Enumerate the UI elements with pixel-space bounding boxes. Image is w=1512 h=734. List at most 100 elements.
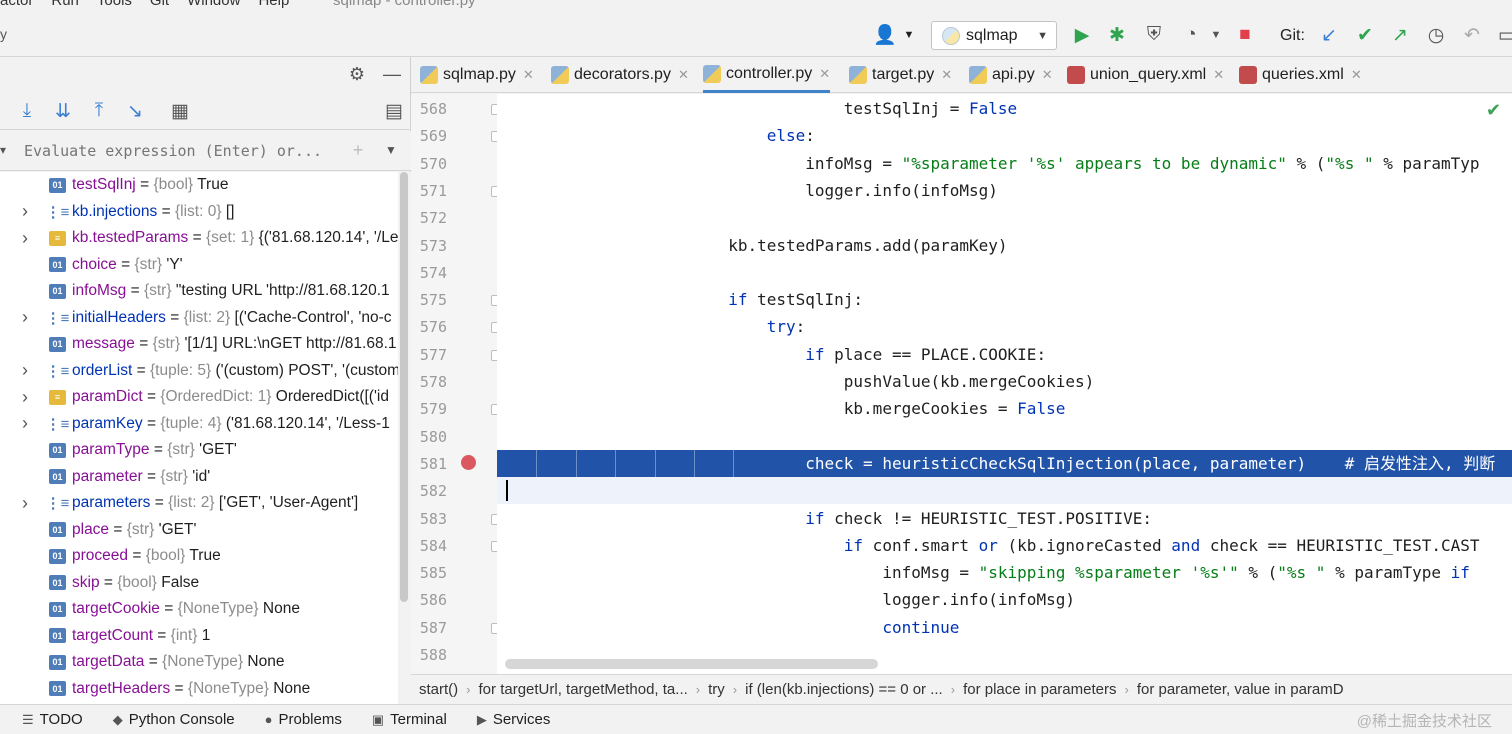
- variables-scrollbar[interactable]: [398, 172, 411, 704]
- profile-icon[interactable]: ◔: [1178, 22, 1204, 48]
- user-icon[interactable]: 👤: [872, 22, 898, 48]
- variable-row[interactable]: 01 choice = {str} 'Y': [0, 252, 398, 279]
- history-icon[interactable]: ◷: [1423, 22, 1449, 48]
- variable-value: {('81.68.120.14', '/Le: [258, 229, 398, 247]
- coverage-icon[interactable]: ⛨: [1141, 22, 1167, 48]
- chevron-right-icon[interactable]: ›: [22, 360, 34, 381]
- toolwindow-python-console[interactable]: ◆ Python Console: [113, 711, 235, 728]
- tab-target-py[interactable]: target.py ✕: [849, 57, 952, 93]
- debug-icon[interactable]: ✱: [1104, 22, 1130, 48]
- tab-api-py[interactable]: api.py ✕: [969, 57, 1053, 93]
- gear-icon[interactable]: ⚙: [344, 61, 370, 87]
- breadcrumb-item[interactable]: try: [700, 681, 733, 698]
- close-icon[interactable]: ✕: [1042, 67, 1053, 83]
- chevron-right-icon[interactable]: ›: [22, 307, 34, 328]
- close-icon[interactable]: ✕: [1213, 67, 1224, 83]
- breadcrumb-item[interactable]: for targetUrl, targetMethod, ta...: [471, 681, 696, 698]
- line-number: 577: [419, 345, 447, 364]
- variable-row[interactable]: 01 message = {str} '[1/1] URL:\nGET http:…: [0, 331, 398, 358]
- toolwindow-terminal[interactable]: ▣ Terminal: [372, 711, 447, 728]
- variable-row[interactable]: › ⋮≡ orderList = {tuple: 5} ('(custom) POS…: [0, 358, 398, 385]
- editor-gutter[interactable]: 568 569 570 571 572 573 574 575 576 577 578 579 580 5…: [411, 94, 502, 674]
- toolwindow-services[interactable]: ▶ Services: [477, 711, 551, 728]
- chevron-down-icon[interactable]: ▼: [896, 22, 922, 48]
- toolwindow-todo[interactable]: ☰ TODO: [22, 711, 83, 728]
- variable-row[interactable]: 01 targetData = {NoneType} None: [0, 649, 398, 676]
- search-icon[interactable]: ▭: [1494, 22, 1512, 48]
- breadcrumb-item[interactable]: if (len(kb.injections) == 0 or ...: [737, 681, 951, 698]
- add-watch-icon[interactable]: +: [345, 137, 371, 163]
- code-token: testSqlInj:: [747, 290, 864, 310]
- variable-row[interactable]: › ⋮≡ kb.injections = {list: 0} []: [0, 199, 398, 226]
- rollback-icon[interactable]: ↶: [1459, 22, 1485, 48]
- git-commit-icon[interactable]: ✔: [1352, 22, 1378, 48]
- variable-row[interactable]: › ⋮≡ initialHeaders = {list: 2} [('Cache-C…: [0, 305, 398, 332]
- menu-item[interactable]: Help: [258, 0, 289, 9]
- breadcrumb-item[interactable]: for parameter, value in paramD: [1129, 681, 1352, 698]
- chevron-down-icon[interactable]: ▼: [1203, 22, 1229, 48]
- tab-controller-py[interactable]: controller.py ✕: [703, 57, 831, 93]
- breadcrumb-item[interactable]: start(): [411, 681, 466, 698]
- close-icon[interactable]: ✕: [1351, 67, 1362, 83]
- variable-row[interactable]: 01 proceed = {bool} True: [0, 543, 398, 570]
- variable-text: targetCount = {int} 1: [72, 626, 211, 644]
- stop-icon[interactable]: ■: [1232, 22, 1258, 48]
- debug-step-toolbar: ⤓ ⇊ ⤒ ↘ ▦ ▤: [0, 92, 411, 130]
- close-icon[interactable]: ✕: [941, 67, 952, 83]
- variable-row[interactable]: › ≡ paramDict = {OrderedDict: 1} OrderedDi…: [0, 384, 398, 411]
- toolwindow-problems[interactable]: ● Problems: [265, 711, 342, 728]
- tab-queries-xml[interactable]: queries.xml ✕: [1239, 57, 1362, 93]
- git-push-icon[interactable]: ↗: [1387, 22, 1413, 48]
- variable-row[interactable]: 01 infoMsg = {str} "testing URL 'http://8…: [0, 278, 398, 305]
- variable-row[interactable]: 01 skip = {bool} False: [0, 570, 398, 597]
- breakpoint-icon[interactable]: [461, 455, 476, 470]
- run-to-cursor-icon[interactable]: ↘: [122, 98, 148, 124]
- variable-row[interactable]: 01 paramType = {str} 'GET': [0, 437, 398, 464]
- python-file-icon: [703, 64, 721, 83]
- variable-row[interactable]: › ≡ kb.testedParams = {set: 1} {('81.68.12…: [0, 225, 398, 252]
- close-icon[interactable]: ✕: [819, 66, 830, 82]
- variable-row[interactable]: 01 targetCount = {int} 1: [0, 623, 398, 650]
- chevron-down-icon[interactable]: ▼: [378, 137, 404, 163]
- close-icon[interactable]: ✕: [678, 67, 689, 83]
- menu-item[interactable]: actor: [0, 0, 33, 9]
- list-value-icon: ⋮≡: [45, 362, 70, 380]
- variable-row[interactable]: 01 testSqlInj = {bool} True: [0, 172, 398, 199]
- step-into-icon[interactable]: ⇊: [50, 98, 76, 124]
- chevron-right-icon[interactable]: ›: [22, 228, 34, 249]
- variable-row[interactable]: 01 targetHeaders = {NoneType} None: [0, 676, 398, 703]
- menu-item[interactable]: Tools: [97, 0, 132, 9]
- variable-row[interactable]: 01 parameter = {str} 'id': [0, 464, 398, 491]
- chevron-right-icon[interactable]: ›: [22, 387, 34, 408]
- chevron-right-icon[interactable]: ›: [22, 413, 34, 434]
- run-configuration-select[interactable]: sqlmap ▼: [931, 21, 1057, 50]
- chevron-right-icon[interactable]: ›: [22, 493, 34, 514]
- git-update-icon[interactable]: ↙: [1316, 22, 1342, 48]
- layout-icon[interactable]: ▤: [381, 98, 407, 124]
- code-editor[interactable]: testSqlInj = False else: infoMsg = "%spa…: [497, 94, 1512, 674]
- tab-sqlmap-py[interactable]: sqlmap.py ✕: [420, 57, 534, 93]
- variable-row[interactable]: › ⋮≡ paramKey = {tuple: 4} ('81.68.120.14'…: [0, 411, 398, 438]
- variable-text: paramKey = {tuple: 4} ('81.68.120.14', '…: [72, 414, 390, 432]
- evaluate-icon[interactable]: ▦: [167, 98, 193, 124]
- step-out-icon[interactable]: ⤒: [86, 98, 112, 124]
- code-token: kb.mergeCookies =: [843, 399, 1018, 419]
- breadcrumb-item[interactable]: for place in parameters: [955, 681, 1124, 698]
- variable-row[interactable]: 01 place = {str} 'GET': [0, 517, 398, 544]
- menu-item[interactable]: Run: [51, 0, 79, 9]
- inspection-ok-icon[interactable]: ✔: [1486, 100, 1501, 121]
- step-over-icon[interactable]: ⤓: [14, 98, 40, 124]
- tab-decorators-py[interactable]: decorators.py ✕: [551, 57, 689, 93]
- menu-item[interactable]: Window: [187, 0, 240, 9]
- run-icon[interactable]: ▶: [1069, 22, 1095, 48]
- minimize-icon[interactable]: —: [379, 61, 405, 87]
- variable-row[interactable]: 01 targetCookie = {NoneType} None: [0, 596, 398, 623]
- variable-text: message = {str} '[1/1] URL:\nGET http://…: [72, 335, 397, 353]
- evaluate-expression-input[interactable]: [24, 142, 329, 160]
- close-icon[interactable]: ✕: [523, 67, 534, 83]
- chevron-right-icon[interactable]: ›: [22, 201, 34, 222]
- menu-item[interactable]: Git: [150, 0, 169, 9]
- tab-union_query-xml[interactable]: union_query.xml ✕: [1067, 57, 1224, 93]
- editor-horizontal-scrollbar[interactable]: [505, 659, 878, 669]
- variable-row[interactable]: › ⋮≡ parameters = {list: 2} ['GET', 'User-…: [0, 490, 398, 517]
